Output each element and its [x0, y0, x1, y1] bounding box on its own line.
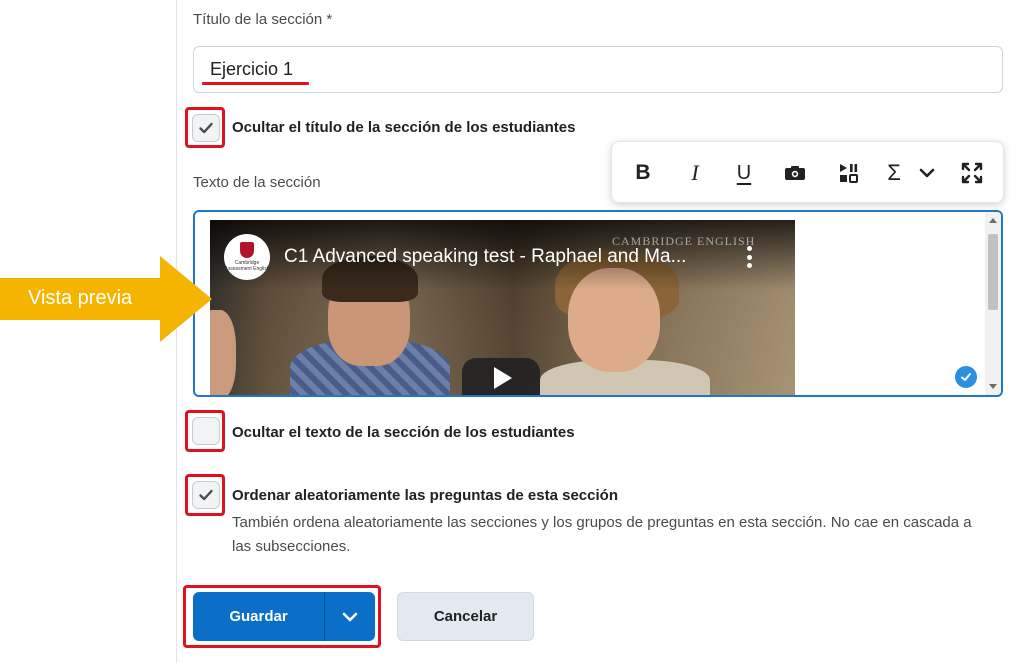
chevron-down-icon [342, 612, 358, 621]
randomize-checkbox[interactable] [192, 481, 220, 509]
randomize-label: Ordenar aleatoriamente las preguntas de … [232, 487, 618, 504]
insert-image-icon[interactable] [782, 158, 808, 188]
channel-logo[interactable]: Cambridge Assessment English [224, 234, 270, 280]
hide-text-checkbox[interactable] [192, 417, 220, 445]
scroll-up-arrow-icon[interactable] [989, 218, 997, 223]
underline-icon[interactable]: U [731, 158, 757, 188]
play-icon [494, 367, 512, 389]
checkmark-icon [199, 489, 213, 501]
insert-media-icon[interactable] [835, 158, 861, 188]
video-watermark: CAMBRIDGE ENGLISH [612, 234, 756, 248]
hide-title-label: Ocultar el título de la sección de los e… [232, 119, 576, 136]
video-title[interactable]: C1 Advanced speaking test - Raphael and … [284, 246, 686, 268]
italic-icon[interactable]: I [682, 158, 708, 188]
editor-status-check-icon [955, 366, 977, 388]
title-highlight-underline [202, 82, 309, 85]
save-button[interactable]: Guardar [193, 592, 324, 641]
section-text-editor[interactable]: Cambridge Assessment English C1 Advanced… [193, 210, 1003, 397]
randomize-description: También ordena aleatoriamente las seccio… [232, 514, 972, 555]
cancel-button[interactable]: Cancelar [397, 592, 534, 641]
chevron-down-icon[interactable] [916, 158, 938, 188]
section-text-label: Texto de la sección [193, 174, 321, 191]
fullscreen-icon[interactable] [959, 158, 985, 188]
section-title-input[interactable] [193, 46, 1003, 93]
channel-logo-text: Cambridge Assessment English [224, 260, 270, 272]
embedded-video[interactable]: Cambridge Assessment English C1 Advanced… [210, 220, 795, 395]
video-person-left [210, 310, 236, 395]
play-button[interactable] [462, 358, 540, 395]
cambridge-shield-icon [240, 242, 254, 258]
more-options-icon[interactable] [746, 246, 752, 268]
scroll-thumb[interactable] [988, 234, 998, 310]
scroll-down-arrow-icon[interactable] [989, 384, 997, 389]
save-options-dropdown[interactable] [325, 592, 375, 641]
save-button-group: Guardar [193, 592, 375, 641]
editor-toolbar: B I U Σ [611, 141, 1004, 203]
equation-icon[interactable]: Σ [883, 158, 905, 188]
hide-text-label: Ocultar el texto de la sección de los es… [232, 424, 575, 441]
editor-scrollbar[interactable] [985, 212, 1001, 395]
hide-title-checkbox[interactable] [192, 114, 220, 142]
bold-icon[interactable]: B [630, 158, 656, 188]
preview-callout-text: Vista previa [28, 287, 133, 309]
checkmark-icon [199, 122, 213, 134]
section-title-label: Título de la sección * [193, 11, 333, 28]
